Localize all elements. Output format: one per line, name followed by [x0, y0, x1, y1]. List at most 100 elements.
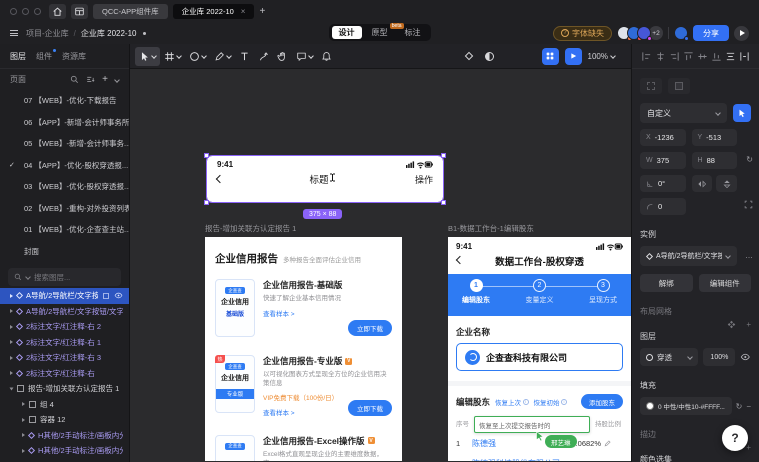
- tab-layers[interactable]: 图层: [10, 51, 26, 62]
- expand-icon[interactable]: [10, 309, 13, 314]
- layer-item-selected[interactable]: A导航/2导航栏/文字按...: [0, 288, 129, 304]
- page-item[interactable]: 05 【WEB】-新增-会计师事务...: [0, 133, 129, 155]
- expand-icon[interactable]: [22, 417, 25, 422]
- blend-mode-select[interactable]: 穿透: [640, 348, 699, 366]
- more-options-icon[interactable]: [745, 251, 753, 260]
- selection-handle[interactable]: [441, 200, 446, 205]
- align-center-horizontal-icon[interactable]: [655, 51, 666, 62]
- window-minimize-icon[interactable]: [22, 7, 29, 15]
- font-missing-warning[interactable]: 字体缺失: [553, 25, 612, 41]
- mask-icon[interactable]: [485, 51, 494, 61]
- selection-handle[interactable]: [441, 153, 446, 158]
- chevron-down-icon[interactable]: [151, 53, 157, 59]
- shareholder-row[interactable]: 2 陈德强科技股份有限公司 5.0682%: [456, 458, 623, 461]
- tab-resources[interactable]: 资源库: [62, 51, 86, 62]
- artboard-label[interactable]: 报告-增加关联方认定报告 1: [205, 223, 296, 234]
- flip-horizontal-button[interactable]: [691, 175, 713, 192]
- distribute-spacing-icon[interactable]: [739, 51, 750, 62]
- download-button[interactable]: 立即下载: [348, 399, 392, 416]
- frame-preset-select[interactable]: 自定义: [640, 103, 727, 123]
- back-icon[interactable]: [215, 174, 225, 184]
- report-card[interactable]: 热 企查查 企业信用 专业版 企业信用报告-专业版 以可视化图表方式呈现全方位的…: [205, 355, 402, 417]
- edit-component-button[interactable]: 编辑组件: [698, 274, 751, 292]
- step[interactable]: 2 变量定义: [526, 279, 554, 316]
- selected-navbar-component[interactable]: 9:41 标题 操作: [204, 153, 446, 205]
- restore-initial-link[interactable]: 恢复初始: [534, 397, 568, 407]
- mode-design[interactable]: 设计: [331, 26, 362, 39]
- corner-radius-input[interactable]: 0: [640, 198, 686, 215]
- shareholder-name[interactable]: 陈德强科技股份有限公司: [472, 458, 560, 461]
- shareholder-name[interactable]: 陈德强: [472, 438, 496, 449]
- independent-corners-icon[interactable]: [744, 200, 753, 211]
- step[interactable]: 3 呈现方式: [589, 279, 617, 316]
- selection-handle[interactable]: [204, 200, 209, 205]
- layer-search-input[interactable]: [34, 272, 100, 282]
- layer-item[interactable]: 2标注文字/红注释-右 2: [0, 319, 129, 335]
- layer-item-container[interactable]: 容器 12: [0, 412, 129, 428]
- flip-vertical-button[interactable]: [716, 175, 737, 192]
- page-item[interactable]: 07 【WEB】-优化-下载报告: [0, 90, 129, 112]
- layer-item[interactable]: 2标注文字/红注释-右: [0, 366, 129, 382]
- expand-icon[interactable]: [10, 324, 13, 329]
- align-center-vertical-icon[interactable]: [697, 51, 708, 62]
- add-stroke-icon[interactable]: [746, 443, 751, 452]
- expand-icon[interactable]: [22, 402, 25, 407]
- collapse-icon[interactable]: [9, 387, 14, 391]
- breadcrumb-project[interactable]: 项目-企业库: [26, 28, 69, 39]
- move-tool[interactable]: [135, 46, 160, 66]
- add-grid-icon[interactable]: [746, 320, 751, 329]
- constrain-ratio-icon[interactable]: [746, 155, 753, 164]
- height-input[interactable]: H 88: [691, 152, 737, 169]
- opacity-input[interactable]: 100%: [703, 348, 736, 366]
- pen-tool[interactable]: [210, 47, 235, 66]
- page-item[interactable]: 03 【WEB】-优化-股权穿透报...: [0, 176, 129, 198]
- edit-pencil-icon[interactable]: [604, 440, 611, 447]
- x-input[interactable]: X -1236: [640, 129, 686, 146]
- new-tab-button[interactable]: [259, 6, 265, 17]
- artboard-label[interactable]: B1-数据工作台-1编辑股东: [448, 223, 534, 234]
- comment-tool[interactable]: [292, 47, 317, 66]
- home-button[interactable]: [49, 3, 66, 19]
- fill-style-chip[interactable]: 0 中性/中性10-#FFFF...: [640, 397, 732, 415]
- layer-item[interactable]: 2标注文字/红注释-右 1: [0, 335, 129, 351]
- mode-prototype[interactable]: 原型 beta: [365, 23, 404, 39]
- detach-style-icon[interactable]: [736, 402, 743, 411]
- layer-item[interactable]: A导航/2导航栏/文字按钮/文字居...: [0, 304, 129, 320]
- zoom-control[interactable]: 100%: [588, 52, 616, 61]
- navbar-action[interactable]: 操作: [415, 173, 433, 186]
- layer-item-group[interactable]: 组 4: [0, 397, 129, 413]
- shape-tool[interactable]: [185, 47, 210, 66]
- edit-selection-button[interactable]: [733, 104, 751, 122]
- sample-link[interactable]: 查看样本 >: [263, 407, 295, 417]
- remove-fill-icon[interactable]: [746, 402, 751, 411]
- present-button[interactable]: [734, 25, 749, 41]
- layer-item[interactable]: H其他/2手动标注/画板内分段...: [0, 428, 129, 444]
- report-card[interactable]: 企查查 企业信用 基础版 企业信用报告-基础版 快速了解企业基本信用情况 查看样…: [205, 279, 402, 337]
- page-item-current[interactable]: 04 【APP】-优化-股权穿透报...: [0, 155, 129, 177]
- expand-icon[interactable]: [22, 433, 25, 438]
- constraints-toggle[interactable]: [640, 78, 662, 94]
- help-button[interactable]: ?: [722, 425, 748, 451]
- detach-button[interactable]: 解绑: [640, 274, 693, 292]
- report-card[interactable]: 企查查 企业信用报告-Excel操作版 Excel格式直观呈现企业的主要维度数据…: [205, 434, 402, 461]
- frame-tool[interactable]: [160, 47, 185, 66]
- main-menu-button[interactable]: [10, 30, 18, 36]
- self-avatar[interactable]: [674, 26, 689, 41]
- container-toggle[interactable]: [668, 78, 690, 94]
- sample-link[interactable]: 查看样本 >: [263, 308, 295, 318]
- download-button[interactable]: 立即下载: [348, 320, 392, 336]
- align-left-icon[interactable]: [641, 51, 652, 62]
- window-controls[interactable]: [10, 7, 41, 15]
- align-top-icon[interactable]: [683, 51, 694, 62]
- collapse-pages-icon[interactable]: [114, 76, 120, 83]
- selection-handle[interactable]: [204, 153, 209, 158]
- chevron-down-icon[interactable]: [308, 53, 314, 59]
- breadcrumb-file[interactable]: 企业库 2022-10: [81, 28, 137, 39]
- chevron-down-icon[interactable]: [201, 53, 207, 59]
- navbar-title[interactable]: 标题: [309, 172, 335, 186]
- hand-tool[interactable]: [273, 47, 292, 66]
- tab-components[interactable]: 组件: [36, 48, 56, 62]
- expand-icon[interactable]: [10, 355, 13, 360]
- layer-item[interactable]: 2标注文字/红注释-右 3: [0, 350, 129, 366]
- drafts-button[interactable]: [71, 3, 88, 19]
